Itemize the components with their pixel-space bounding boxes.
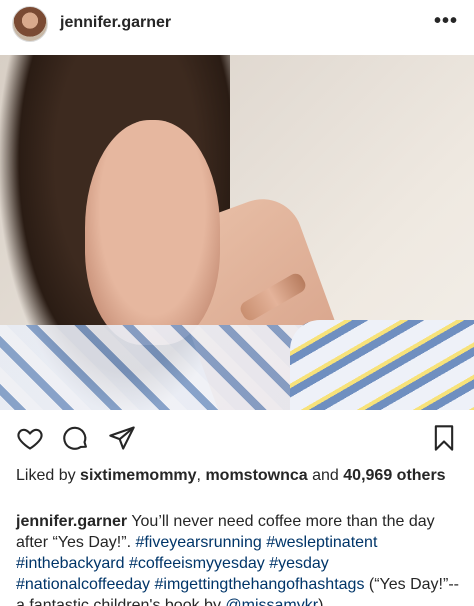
avatar[interactable] (12, 6, 48, 42)
likes-count[interactable]: 40,969 (343, 467, 392, 484)
likes-summary[interactable]: Liked by sixtimemommy, momstownca and 40… (16, 466, 456, 486)
hashtag-4[interactable]: #coffeeismyyesday (129, 555, 265, 572)
liked-by-user-2[interactable]: momstownca (205, 467, 307, 484)
hashtag-6[interactable]: #nationalcoffeeday (16, 576, 150, 593)
hashtag-2[interactable]: #wesleptinatent (266, 534, 377, 551)
hashtag-1[interactable]: #fiveyearsrunning (135, 534, 261, 551)
share-icon[interactable] (108, 424, 136, 452)
hashtag-5[interactable]: #yesday (269, 555, 329, 572)
mention-link[interactable]: @missamykr (225, 597, 318, 606)
action-bar (0, 414, 474, 462)
post-photo[interactable] (0, 55, 474, 410)
heart-icon[interactable] (16, 424, 44, 452)
post-header: jennifer.garner ••• (0, 0, 474, 52)
comment-icon[interactable] (62, 424, 90, 452)
liked-by-user-1[interactable]: sixtimemommy (80, 467, 197, 484)
hashtag-3[interactable]: #inthebackyard (16, 555, 125, 572)
header-username[interactable]: jennifer.garner (60, 14, 171, 32)
likes-others[interactable]: others (397, 467, 446, 484)
more-options-icon[interactable]: ••• (434, 10, 458, 33)
caption-text-3: ) (318, 597, 324, 606)
photo-sleeve (290, 320, 474, 410)
likes-and: and (307, 467, 344, 484)
bookmark-icon[interactable] (430, 424, 458, 452)
likes-prefix: Liked by (16, 467, 81, 484)
photo-face (85, 120, 220, 345)
post-caption: jennifer.garner You’ll never need coffee… (16, 511, 464, 606)
caption-username[interactable]: jennifer.garner (16, 513, 127, 530)
hashtag-7[interactable]: #imgettingthehangofhashtags (155, 576, 365, 593)
